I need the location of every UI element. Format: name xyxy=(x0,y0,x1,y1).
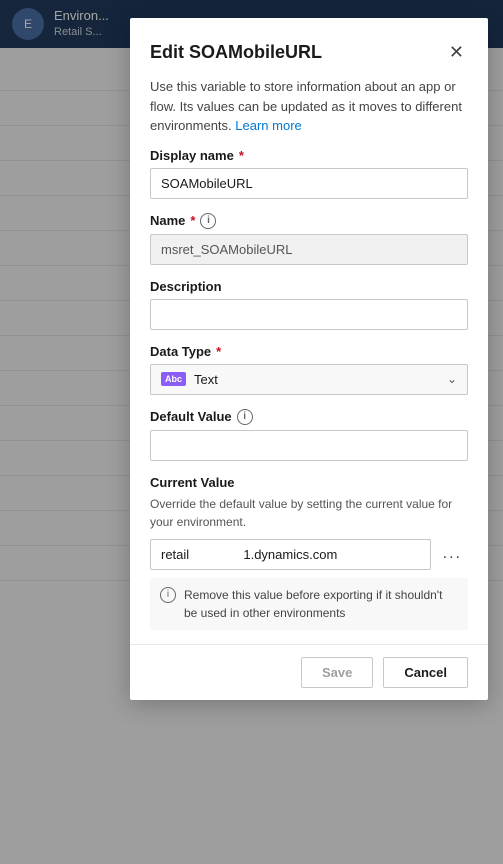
display-name-required: * xyxy=(239,148,244,163)
description-label: Description xyxy=(150,279,468,294)
edit-modal: Edit SOAMobileURL ✕ Use this variable to… xyxy=(130,18,488,700)
modal-header: Edit SOAMobileURL ✕ xyxy=(130,18,488,77)
cancel-button[interactable]: Cancel xyxy=(383,657,468,688)
name-label: Name * i xyxy=(150,213,468,229)
modal-description: Use this variable to store information a… xyxy=(130,77,488,148)
current-value-desc: Override the default value by setting th… xyxy=(150,495,468,531)
name-input xyxy=(150,234,468,265)
data-type-label: Data Type * xyxy=(150,344,468,359)
current-value-input[interactable] xyxy=(150,539,431,570)
default-value-input[interactable] xyxy=(150,430,468,461)
data-type-group: Data Type * Abc Text ⌄ xyxy=(150,344,468,395)
modal-title: Edit SOAMobileURL xyxy=(150,42,322,63)
info-banner-icon: i xyxy=(160,587,176,603)
current-value-label: Current Value xyxy=(150,475,468,490)
chevron-down-icon: ⌄ xyxy=(447,372,457,386)
data-type-dropdown[interactable]: Abc Text ⌄ xyxy=(150,364,468,395)
default-value-info-icon[interactable]: i xyxy=(237,409,253,425)
display-name-input[interactable] xyxy=(150,168,468,199)
learn-more-link[interactable]: Learn more xyxy=(235,118,301,133)
name-info-icon[interactable]: i xyxy=(200,213,216,229)
info-banner-text: Remove this value before exporting if it… xyxy=(184,586,458,622)
modal-body: Display name * Name * i Description Data xyxy=(130,148,488,644)
description-group: Description xyxy=(150,279,468,330)
description-input[interactable] xyxy=(150,299,468,330)
save-button[interactable]: Save xyxy=(301,657,373,688)
current-value-group: Current Value Override the default value… xyxy=(150,475,468,630)
default-value-label: Default Value i xyxy=(150,409,468,425)
close-button[interactable]: ✕ xyxy=(445,38,468,67)
name-group: Name * i xyxy=(150,213,468,265)
current-value-row: ... xyxy=(150,539,468,570)
default-value-group: Default Value i xyxy=(150,409,468,461)
ellipsis-button[interactable]: ... xyxy=(437,541,468,567)
info-banner: i Remove this value before exporting if … xyxy=(150,578,468,630)
name-required: * xyxy=(190,213,195,228)
display-name-group: Display name * xyxy=(150,148,468,199)
display-name-label: Display name * xyxy=(150,148,468,163)
modal-footer: Save Cancel xyxy=(130,644,488,700)
data-type-value: Text xyxy=(194,372,218,387)
data-type-required: * xyxy=(216,344,221,359)
type-icon: Abc xyxy=(161,372,186,386)
